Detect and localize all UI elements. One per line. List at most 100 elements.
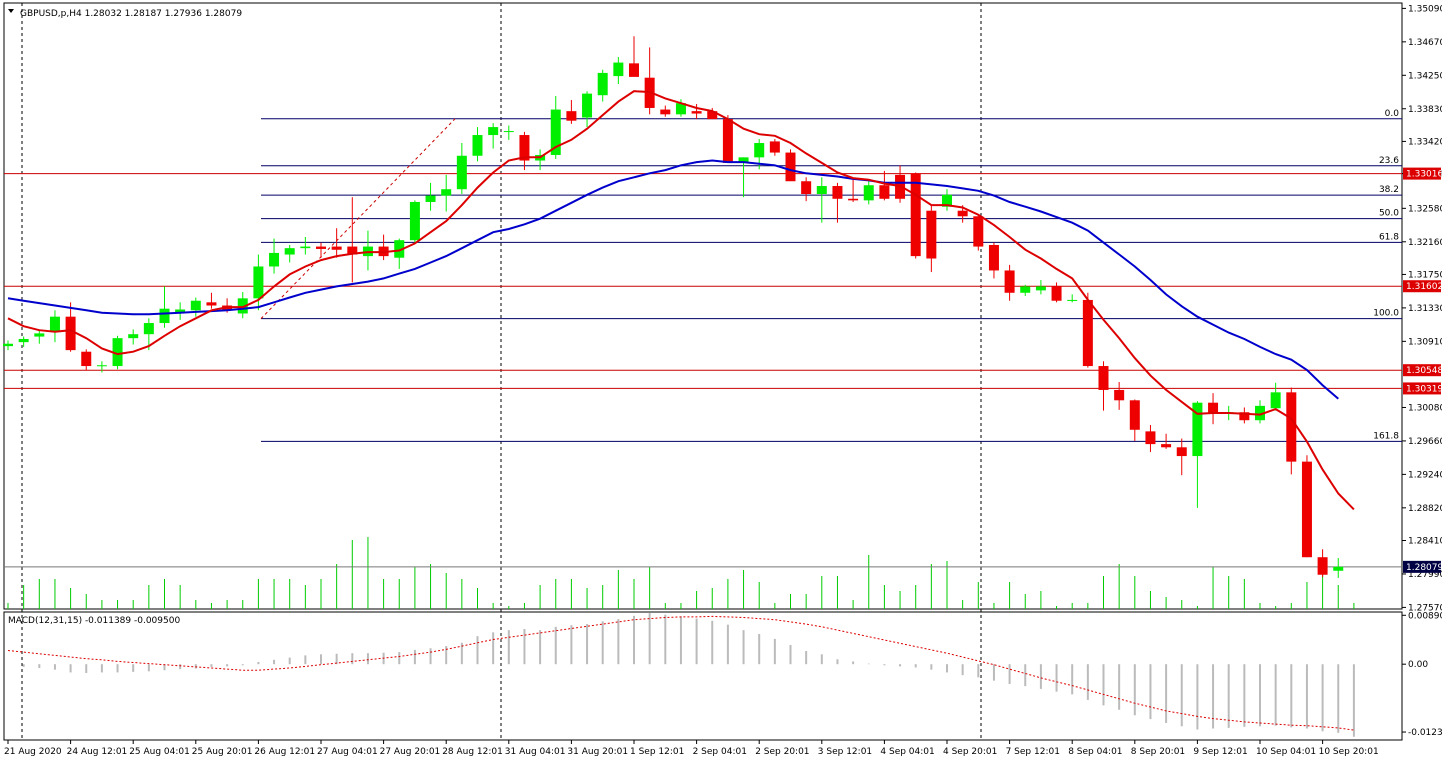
price-tick-label: 1.30910 — [1408, 337, 1442, 347]
time-tick-label: 24 Aug 12:01 — [67, 747, 128, 757]
candle-body — [96, 365, 107, 367]
candle-body — [1051, 286, 1062, 301]
candle-body — [957, 210, 968, 217]
candle-body — [848, 198, 859, 201]
candle-body — [81, 351, 92, 367]
candle-body — [3, 343, 13, 347]
candle-body — [722, 119, 733, 163]
price-tag-label: 1.33016 — [1406, 170, 1442, 180]
candle-body — [910, 173, 921, 257]
candle-body — [206, 302, 217, 306]
candle-body — [1114, 389, 1125, 401]
candle-body — [754, 143, 765, 158]
candle-body — [1145, 431, 1156, 445]
time-tick-label: 28 Aug 12:01 — [442, 747, 503, 757]
price-tick-label: 1.35090 — [1408, 4, 1442, 14]
volume-bars — [7, 537, 1355, 609]
candle-body — [1333, 566, 1344, 571]
time-tick-label: 27 Aug 20:01 — [380, 747, 441, 757]
candle-body — [879, 185, 890, 199]
price-tick-label: 1.33420 — [1408, 137, 1442, 147]
moving-averages — [7, 90, 1355, 511]
dropdown-arrow-icon[interactable] — [8, 9, 14, 13]
price-tick-label: 1.29240 — [1408, 470, 1442, 480]
candle-body — [801, 181, 812, 194]
candle-body — [503, 131, 514, 133]
candle-body — [1035, 286, 1046, 291]
time-tick-label: 26 Aug 12:01 — [254, 747, 315, 757]
price-tick-label: 1.32160 — [1408, 238, 1442, 248]
macd-info: MACD(12,31,15) -0.011389 -0.009500 — [8, 616, 180, 626]
time-tick-label: 8 Sep 20:01 — [1131, 747, 1185, 757]
time-tick-label: 2 Sep 20:01 — [755, 747, 809, 757]
candle-body — [488, 127, 499, 136]
fast-moving-average — [7, 90, 1355, 511]
candle-body — [785, 152, 796, 182]
candle-body — [1317, 557, 1328, 575]
macd-panel-frame — [3, 611, 1403, 741]
price-tick-label: 1.28820 — [1408, 504, 1442, 514]
candle-body — [582, 93, 593, 118]
candle-body — [1286, 392, 1297, 462]
price-tag-label: 1.31602 — [1406, 282, 1442, 292]
candle-body — [159, 308, 170, 324]
time-tick-label: 10 Sep 20:01 — [1319, 747, 1379, 757]
candle-body — [1004, 270, 1015, 293]
time-tick-label: 27 Aug 04:01 — [317, 747, 378, 757]
candle-body — [660, 109, 671, 115]
fibonacci-retracement[interactable]: 0.0 23.6 38.2 50.0 61.8 100.0 161.8 — [260, 109, 1402, 442]
candle-body — [300, 246, 311, 249]
candle-body — [1082, 299, 1093, 367]
price-tick-label: 1.29660 — [1408, 437, 1442, 447]
symbol-info: GBPUSD,p,H4 1.28032 1.28187 1.27936 1.28… — [20, 9, 242, 19]
candle-body — [456, 155, 467, 190]
time-tick-label: 21 Aug 2020 — [4, 747, 62, 757]
time-tick-label: 25 Aug 04:01 — [129, 747, 190, 757]
macd-tick-label: 0.00 — [1408, 660, 1428, 670]
price-tick-label: 1.31330 — [1408, 304, 1442, 314]
candle-body — [441, 189, 452, 196]
candle-body — [1176, 447, 1187, 457]
candle-body — [316, 246, 326, 249]
time-tick-label: 4 Sep 20:01 — [943, 747, 997, 757]
price-tick-label: 1.28410 — [1408, 536, 1442, 546]
candle-body — [1301, 461, 1312, 558]
candle-body — [34, 333, 45, 337]
fib-level-label: 38.2 — [1379, 185, 1399, 195]
price-tick-label: 1.31750 — [1408, 270, 1442, 280]
candle-body — [190, 300, 201, 311]
candle-body — [597, 72, 608, 96]
candle-body — [409, 201, 420, 241]
candle-body — [18, 338, 29, 343]
candle-body — [331, 246, 342, 250]
candle-body — [1129, 400, 1140, 430]
fib-level-label: 0.0 — [1385, 109, 1400, 119]
price-tick-label: 1.34250 — [1408, 71, 1442, 81]
candle-body — [269, 252, 280, 267]
candle-body — [769, 141, 780, 153]
candle-body — [566, 111, 577, 121]
horizontal-lines[interactable] — [4, 173, 1402, 568]
price-chart[interactable]: 0.0 23.6 38.2 50.0 61.8 100.0 161.8 1.35090 1.3… — [0, 0, 1442, 764]
time-tick-label: 31 Aug 20:01 — [567, 747, 628, 757]
price-tag-label: 1.30548 — [1406, 366, 1442, 376]
price-tag-label: 1.30319 — [1406, 384, 1442, 394]
candle-body — [691, 111, 702, 114]
candles — [3, 36, 1344, 578]
price-tick-label: 1.32580 — [1408, 204, 1442, 214]
candle-body — [629, 63, 639, 77]
candle-body — [1161, 444, 1172, 448]
fib-level-label: 50.0 — [1379, 209, 1399, 219]
candle-body — [832, 186, 843, 199]
time-tick-label: 2 Sep 04:01 — [693, 747, 747, 757]
time-tick-label: 7 Sep 12:01 — [1006, 747, 1060, 757]
time-tick-label: 31 Aug 04:01 — [505, 747, 566, 757]
candle-body — [926, 210, 937, 259]
candle-body — [613, 62, 624, 77]
candle-body — [143, 323, 154, 335]
candle-body — [1020, 286, 1031, 293]
time-tick-label: 4 Sep 04:01 — [880, 747, 934, 757]
macd-tick-label: 0.008901 — [1408, 611, 1442, 621]
time-tick-label: 9 Sep 12:01 — [1193, 747, 1247, 757]
candle-body — [816, 186, 827, 194]
